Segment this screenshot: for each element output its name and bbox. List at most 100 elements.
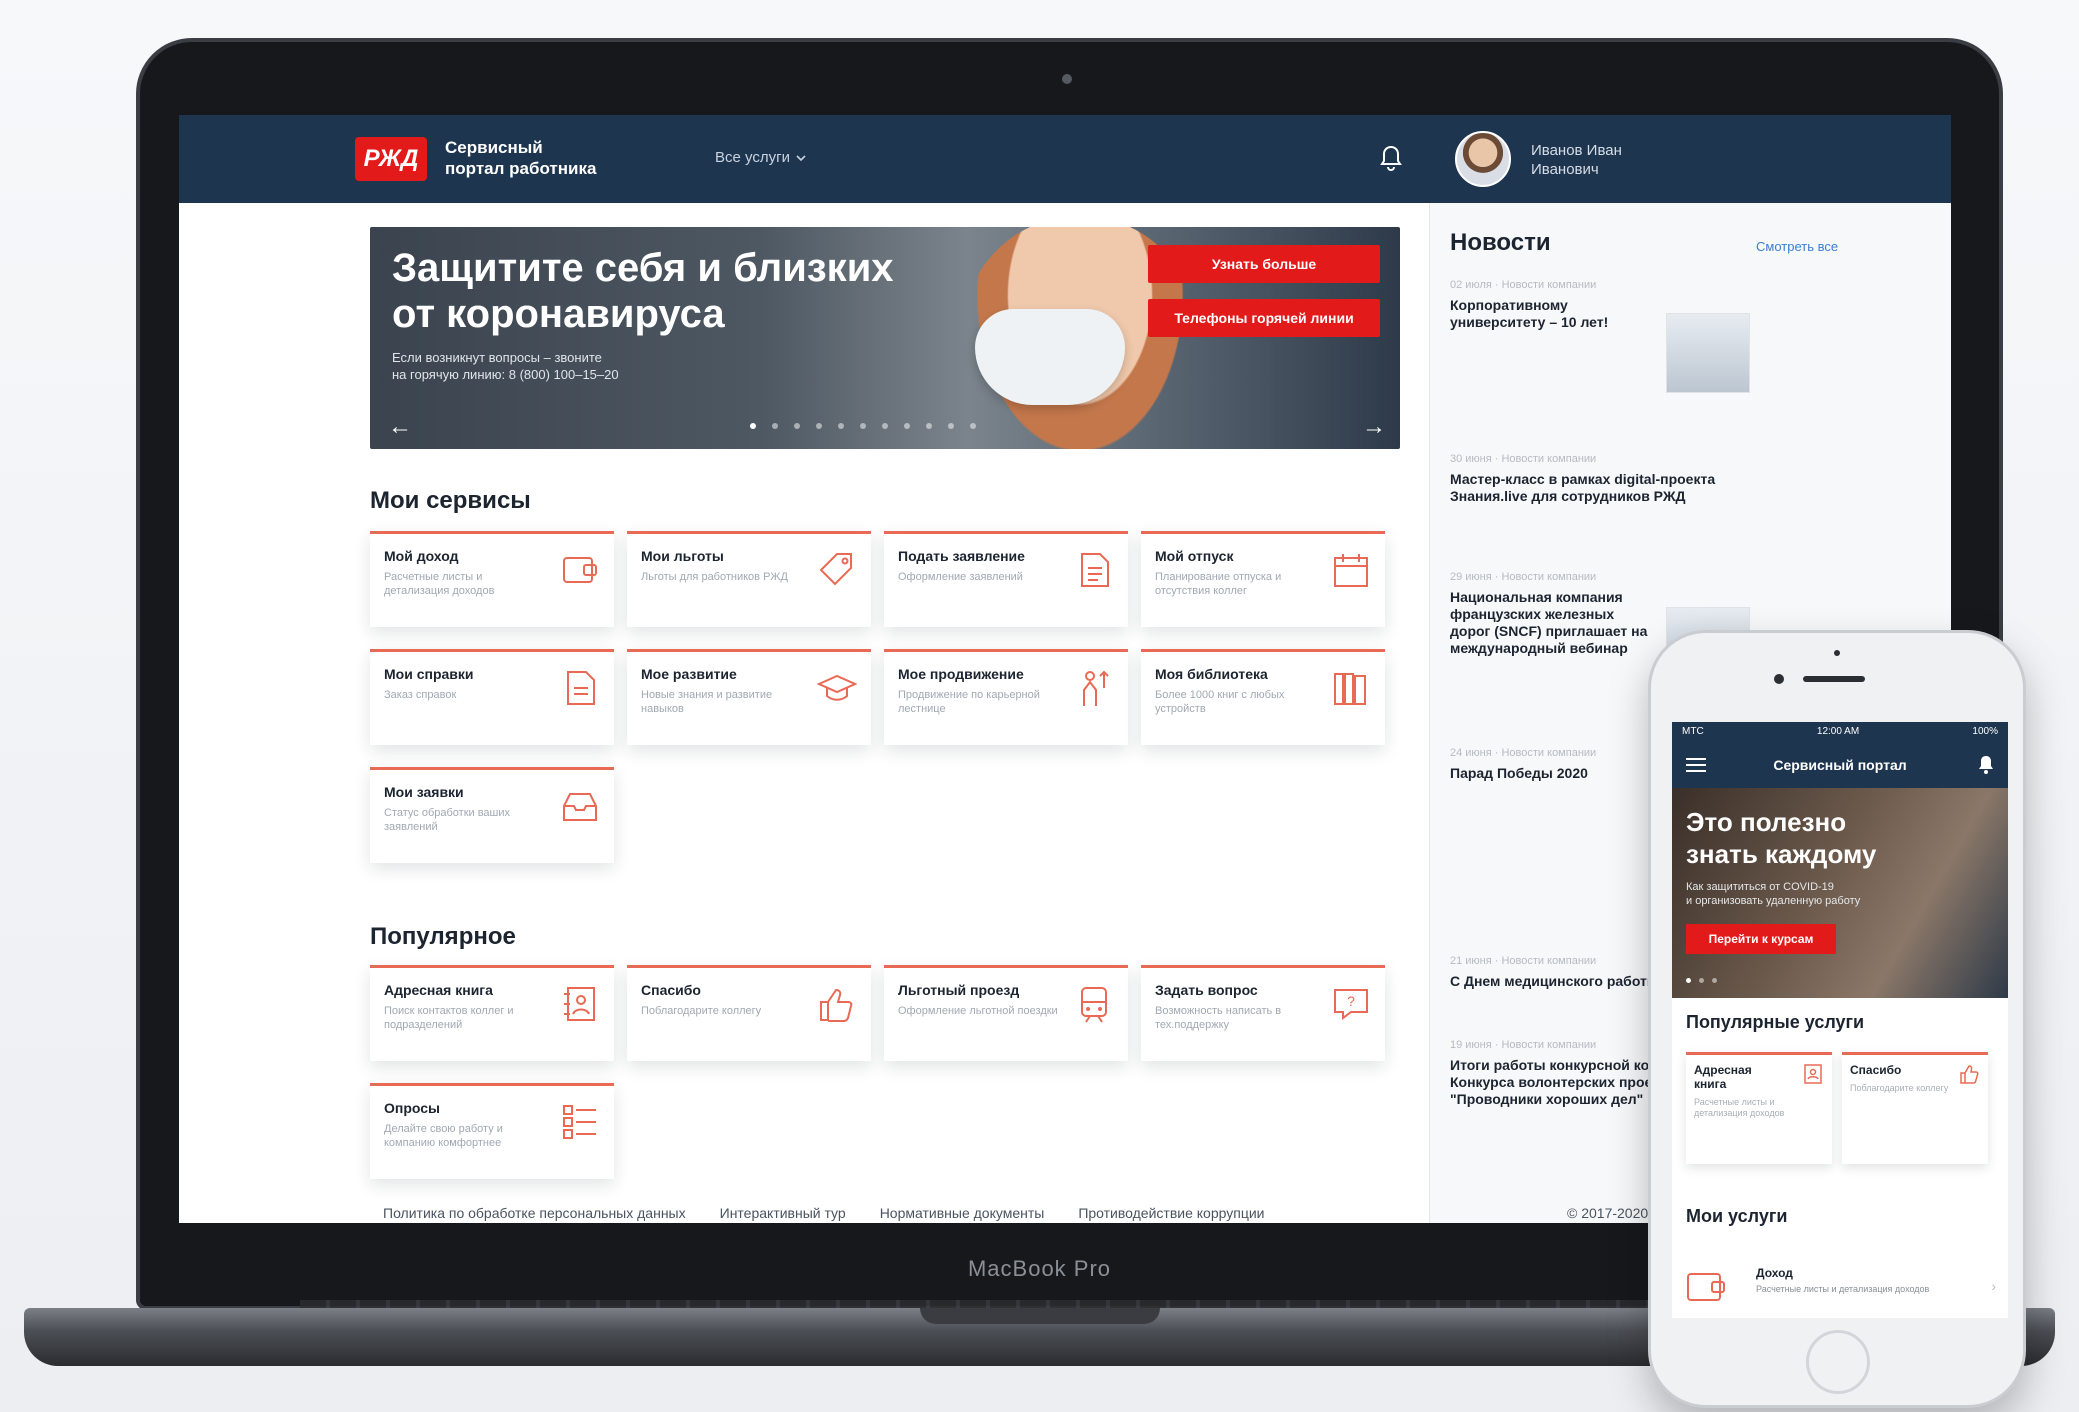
- phone-hero-dot[interactable]: [1699, 978, 1704, 983]
- hero-dot[interactable]: [904, 423, 910, 429]
- footer-links: Политика по обработке персональных данны…: [383, 1205, 1264, 1221]
- hero-title-line-2: от коронавируса: [392, 292, 725, 336]
- service-card[interactable]: Опросы Делайте свою работу и компанию ком…: [370, 1083, 614, 1179]
- hero-dot[interactable]: [970, 423, 976, 429]
- laptop-notch: [920, 1308, 1160, 1324]
- service-card[interactable]: Льготный проезд Оформление льготной поезд…: [884, 965, 1128, 1061]
- service-card[interactable]: Мой отпуск Планирование отпуска и отсутст…: [1141, 531, 1385, 627]
- career-icon: [1083, 670, 1109, 706]
- bell-icon[interactable]: [1379, 143, 1403, 173]
- hamburger-menu-icon[interactable]: [1686, 758, 1706, 772]
- rzd-logo[interactable]: РЖД: [355, 137, 427, 181]
- hero-title-line-1: Защитите себя и близких: [392, 246, 894, 290]
- hero-dot[interactable]: [750, 423, 756, 429]
- phone-go-to-courses-button[interactable]: Перейти к курсам: [1686, 924, 1836, 954]
- laptop-camera: [1062, 74, 1072, 84]
- phone-list-item[interactable]: Доход Расчетные листы и детализация дохо…: [1672, 1248, 2008, 1318]
- address-book-icon: [564, 987, 595, 1021]
- phone-hero-banner[interactable]: Это полезно знать каждому Как защититься…: [1672, 788, 2008, 998]
- phone-card-title: Спасибо: [1850, 1063, 1902, 1077]
- phone-hero-title-line-2: знать каждому: [1686, 839, 1877, 869]
- thumbs-up-icon: [1960, 1065, 1979, 1084]
- phone-screen: MTC 12:00 AM 100% Сервисный портал Это п…: [1672, 722, 2008, 1318]
- phone-hero-subtitle-line-2: и организовать удаленную работу: [1686, 895, 1861, 907]
- footer-link-privacy[interactable]: Политика по обработке персональных данны…: [383, 1205, 686, 1221]
- hero-subtitle-line-2: на горячую линию: 8 (800) 100–15–20: [392, 367, 619, 382]
- service-card-desc: Поиск контактов коллег и подразделений: [384, 1005, 514, 1031]
- user-avatar[interactable]: [1455, 131, 1511, 187]
- service-card-desc: Планирование отпуска и отсутствия коллег: [1155, 571, 1282, 597]
- hero-dot[interactable]: [838, 423, 844, 429]
- phone-card-title: Адресная книга: [1694, 1063, 1752, 1091]
- hero-banner[interactable]: Защитите себя и близких от коронавируса …: [370, 227, 1400, 449]
- user-name[interactable]: Иванов Иван Иванович: [1531, 141, 1622, 179]
- footer-link-tour[interactable]: Интерактивный тур: [720, 1205, 846, 1221]
- portal-brand[interactable]: Сервисный портал работника: [445, 137, 596, 179]
- service-card[interactable]: Мой доход Расчетные листы и детализация д…: [370, 531, 614, 627]
- footer-link-documents[interactable]: Нормативные документы: [880, 1205, 1045, 1221]
- thumbs-up-icon: [820, 988, 853, 1022]
- service-card[interactable]: Задать вопрос Возможность написать в тех.…: [1141, 965, 1385, 1061]
- service-card-desc: Расчетные листы и детализация доходов: [384, 571, 495, 597]
- user-name-line-2: Иванович: [1531, 161, 1599, 178]
- service-card[interactable]: Спасибо Поблагодарите коллегу: [627, 965, 871, 1061]
- hero-dot[interactable]: [794, 423, 800, 429]
- phone-hero-subtitle-line-1: Как защититься от COVID-19: [1686, 881, 1834, 893]
- news-item-headline: Корпоративному университету – 10 лет!: [1450, 297, 1609, 330]
- phone-hero-title: Это полезно знать каждому: [1686, 806, 1986, 870]
- service-card[interactable]: Мои справки Заказ справок: [370, 649, 614, 745]
- phone-service-card[interactable]: Спасибо Поблагодарите коллегу: [1842, 1052, 1988, 1164]
- service-card[interactable]: Мои заявки Статус обработки ваших заявлен…: [370, 767, 614, 863]
- service-card[interactable]: Моя библиотека Более 1000 книг с любых ус…: [1141, 649, 1385, 745]
- news-see-all-link[interactable]: Смотреть все: [1756, 239, 1838, 254]
- main-content: Защитите себя и близких от коронавируса …: [179, 203, 1429, 1223]
- arrow-right-icon[interactable]: →: [1362, 413, 1386, 441]
- hero-dot[interactable]: [948, 423, 954, 429]
- phone-service-card[interactable]: Адресная книга Расчетные листы и детализ…: [1686, 1052, 1832, 1164]
- phone-popular-title: Популярные услуги: [1686, 1012, 1865, 1032]
- phone-card-desc: Расчетные листы и детализация доходов: [1694, 1097, 1785, 1118]
- calendar-icon: [1334, 554, 1368, 587]
- inbox-icon: [563, 793, 597, 821]
- service-card[interactable]: Подать заявление Оформление заявлений: [884, 531, 1128, 627]
- footer-link-anticorruption[interactable]: Противодействие коррупции: [1078, 1205, 1264, 1221]
- phone-battery: 100%: [1972, 726, 1998, 737]
- service-card[interactable]: Мои льготы Льготы для работников РЖД: [627, 531, 871, 627]
- hero-dot[interactable]: [816, 423, 822, 429]
- hero-dot[interactable]: [882, 423, 888, 429]
- document-icon: [1081, 553, 1109, 587]
- hero-subtitle-line-1: Если возникнут вопросы – звоните: [392, 350, 602, 365]
- phone-status-bar: MTC 12:00 AM 100%: [1672, 722, 2008, 742]
- tag-icon: [819, 553, 852, 586]
- hero-dot[interactable]: [772, 423, 778, 429]
- phone-home-button[interactable]: [1806, 1330, 1870, 1394]
- phone-list-item-desc: Расчетные листы и детализация доходов: [1756, 1284, 1930, 1294]
- news-thumbnail[interactable]: [1666, 313, 1750, 393]
- phone-bell-icon[interactable]: [1978, 754, 1994, 774]
- arrow-left-icon[interactable]: ←: [388, 413, 412, 441]
- service-card-desc: Статус обработки ваших заявлений: [384, 807, 511, 833]
- top-bar: РЖД Сервисный портал работника Все услуг…: [179, 115, 1951, 203]
- news-item-meta: 30 июня · Новости компании: [1450, 453, 1597, 465]
- learn-more-button[interactable]: Узнать больше: [1148, 245, 1380, 283]
- wallet-icon: [563, 557, 597, 583]
- service-card[interactable]: Адресная книга Поиск контактов коллег и п…: [370, 965, 614, 1061]
- wallet-icon: [1687, 1273, 1725, 1301]
- brand-line-1: Сервисный: [445, 138, 543, 157]
- my-services-title: Мои сервисы: [370, 487, 531, 514]
- hero-dot[interactable]: [860, 423, 866, 429]
- phone-sensor: [1834, 650, 1840, 656]
- news-item-meta: 29 июня · Новости компании: [1450, 571, 1597, 583]
- service-card[interactable]: Мое продвижение Продвижение по карьерной …: [884, 649, 1128, 745]
- phone-hero-dot[interactable]: [1686, 978, 1691, 983]
- news-item[interactable]: 30 июня · Новости компании Мастер-класс в…: [1450, 453, 1770, 505]
- news-item-headline: Мастер-класс в рамках digital-проекта Зн…: [1450, 471, 1716, 504]
- phone-front-camera: [1774, 674, 1784, 684]
- all-services-dropdown[interactable]: Все услуги: [715, 149, 806, 166]
- hero-dot[interactable]: [926, 423, 932, 429]
- service-card[interactable]: Мое развитие Новые знания и развитие навы…: [627, 649, 871, 745]
- phone-card-desc: Поблагодарите коллегу: [1850, 1083, 1949, 1093]
- all-services-label: Все услуги: [715, 149, 790, 166]
- hotline-phones-button[interactable]: Телефоны горячей линии: [1148, 299, 1380, 337]
- phone-hero-dot[interactable]: [1712, 978, 1717, 983]
